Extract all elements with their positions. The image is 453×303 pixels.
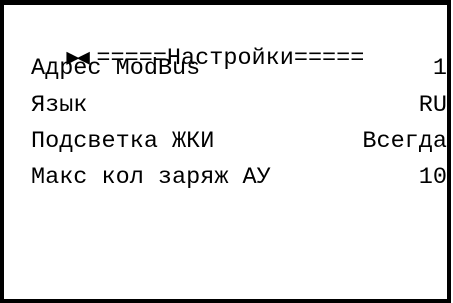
setting-label: Язык (31, 92, 88, 119)
lcd-screen: ▶◀ =====Настройки===== Адрес ModBus 1 Язы… (0, 0, 451, 303)
setting-label: Адрес ModBus (31, 55, 201, 82)
setting-row-modbus-address[interactable]: Адрес ModBus 1 (31, 54, 447, 84)
setting-row-lcd-backlight[interactable]: Подсветка ЖКИ Всегда (31, 127, 447, 157)
setting-value: RU (418, 92, 447, 119)
setting-label: Подсветка ЖКИ (31, 128, 215, 155)
setting-label: Макс кол заряж АУ (31, 164, 271, 191)
setting-value: 10 (418, 164, 447, 191)
setting-row-language[interactable]: Язык RU (31, 91, 447, 121)
menu-title-bar: ▶◀ =====Настройки===== (10, 14, 447, 72)
setting-row-max-charging[interactable]: Макс кол заряж АУ 10 (31, 163, 447, 193)
setting-value: 1 (432, 55, 447, 82)
setting-value: Всегда (362, 128, 447, 155)
